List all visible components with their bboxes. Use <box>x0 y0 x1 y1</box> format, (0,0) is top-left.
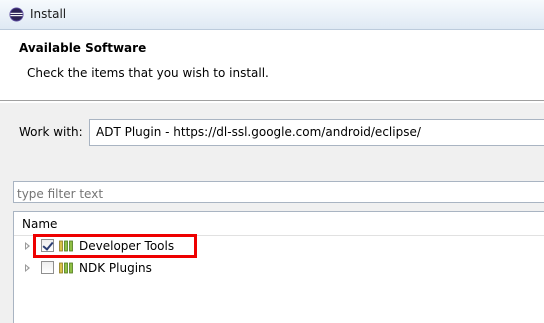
eclipse-icon <box>9 7 24 22</box>
title-bar: Install <box>0 0 544 30</box>
page-description: Check the items that you wish to install… <box>27 66 269 80</box>
expand-arrow-icon[interactable] <box>25 264 30 272</box>
tree-column-header[interactable]: Name <box>14 212 544 236</box>
filter-input[interactable] <box>13 181 544 203</box>
tree-item-ndk-plugins[interactable]: NDK Plugins <box>14 258 544 279</box>
work-with-label: Work with: <box>19 125 83 139</box>
page-title: Available Software <box>19 41 147 55</box>
feature-group-icon <box>59 262 73 274</box>
tree-item-developer-tools[interactable]: Developer Tools <box>14 236 544 257</box>
wizard-header: Available Software Check the items that … <box>0 31 544 101</box>
expand-arrow-icon[interactable] <box>25 242 30 250</box>
software-tree: Name Developer Tools NDK Plugins <box>13 211 544 323</box>
developer-tools-checkbox[interactable] <box>41 239 54 252</box>
tree-item-label: Developer Tools <box>79 239 175 253</box>
window-title: Install <box>30 7 67 21</box>
column-name-label: Name <box>22 217 58 231</box>
wizard-body: Work with: ADT Plugin - https://dl-ssl.g… <box>0 102 544 323</box>
ndk-plugins-checkbox[interactable] <box>41 261 54 274</box>
feature-group-icon <box>59 240 73 252</box>
work-with-combo[interactable]: ADT Plugin - https://dl-ssl.google.com/a… <box>89 119 544 146</box>
tree-item-label: NDK Plugins <box>79 261 152 275</box>
